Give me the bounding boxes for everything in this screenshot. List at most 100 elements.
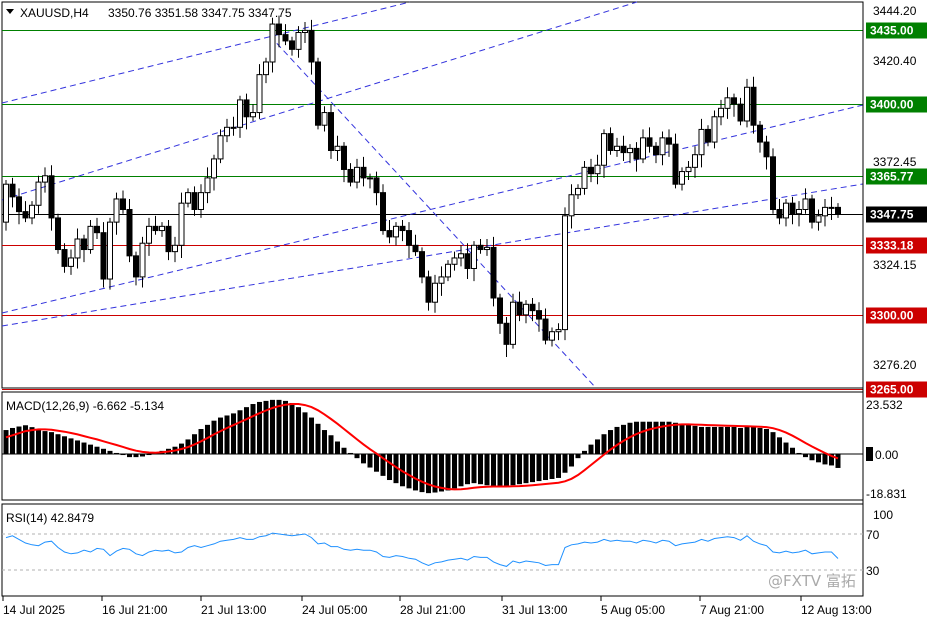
candle-body	[360, 166, 367, 179]
time-label: 24 Jul 05:00	[302, 603, 368, 617]
macd-bar	[211, 420, 217, 454]
trading-chart[interactable]: XAUUSD,H4 3350.76 3351.58 3347.75 3347.7…	[0, 0, 936, 624]
macd-bar	[543, 454, 548, 481]
candle-body	[380, 192, 386, 232]
macd-bar	[419, 454, 425, 493]
candle-body	[133, 255, 139, 278]
macd-bar	[302, 412, 308, 454]
candle-body	[22, 211, 29, 219]
candle-body	[354, 166, 360, 183]
time-label: 14 Jul 2025	[3, 603, 65, 617]
candle-body	[230, 126, 237, 129]
candle-body	[835, 206, 841, 215]
candle-body	[815, 215, 822, 223]
candle-body	[159, 225, 165, 232]
candle-body	[575, 187, 581, 196]
level-tag-text: 3265.00	[870, 383, 914, 397]
candle-body	[217, 135, 224, 160]
candle-body	[529, 303, 536, 312]
candle-body	[750, 86, 757, 126]
candle-body	[757, 124, 763, 143]
candle-body	[94, 225, 100, 234]
candle[interactable]	[770, 148, 776, 214]
candle-body	[594, 164, 601, 175]
macd-bar	[725, 426, 730, 454]
macd-bar	[309, 417, 314, 454]
macd-bar	[283, 400, 288, 454]
macd-bar	[595, 439, 600, 454]
macd-bar	[647, 421, 652, 454]
macd-bar	[465, 454, 470, 485]
candle-body	[178, 202, 185, 246]
candle-body	[386, 230, 393, 238]
macd-bar	[328, 435, 334, 454]
rsi-tick: 70	[866, 528, 880, 542]
price-tick: 3276.20	[873, 358, 917, 372]
level-tag-text: 3333.18	[870, 239, 914, 253]
macd-bar	[49, 432, 54, 454]
level-tag-text: 3365.77	[870, 170, 914, 184]
candle-body	[776, 208, 783, 219]
candle-body	[55, 217, 61, 251]
candle[interactable]	[55, 213, 61, 254]
macd-bar	[289, 402, 295, 454]
macd-bar	[296, 407, 301, 454]
candle-body	[802, 198, 809, 210]
candle-body	[809, 198, 815, 223]
candle[interactable]	[490, 236, 497, 307]
macd-bar	[790, 447, 795, 454]
candle-body	[783, 202, 789, 219]
candle[interactable]	[562, 207, 568, 341]
macd-bar	[536, 454, 542, 482]
candle-body	[289, 40, 295, 50]
macd-bar	[218, 417, 223, 454]
candle-body	[107, 221, 113, 280]
candle-body	[828, 206, 835, 209]
candle-body	[100, 232, 107, 280]
macd-bar	[744, 426, 750, 454]
candle-body	[471, 244, 477, 269]
macd-bar	[94, 446, 100, 454]
macd-bar	[582, 450, 587, 454]
macd-bar	[809, 454, 815, 461]
macd-bar	[738, 427, 743, 454]
macd-bar	[114, 452, 119, 454]
macd-bar	[3, 430, 9, 454]
candle-body	[705, 128, 711, 143]
macd-bar	[88, 444, 93, 454]
macd-bar	[133, 454, 139, 458]
macd-bar	[764, 429, 769, 454]
candle-body	[607, 133, 614, 151]
macd-bar	[491, 454, 496, 487]
candle[interactable]	[510, 293, 516, 349]
price-tick: 3372.45	[873, 155, 917, 169]
macd-tick: 0.00	[875, 448, 899, 462]
price-tick: 3444.20	[873, 4, 917, 18]
candle-body	[451, 257, 458, 265]
candle-body	[562, 215, 568, 331]
candle-body	[581, 166, 588, 189]
candle-body	[276, 23, 282, 36]
macd-bar	[692, 425, 698, 454]
candle-body	[685, 166, 692, 173]
candle[interactable]	[315, 57, 321, 130]
macd-bar	[426, 454, 431, 494]
macd-bar	[718, 426, 724, 454]
candle[interactable]	[107, 217, 113, 290]
macd-bar	[822, 454, 828, 465]
candle-body	[659, 137, 666, 156]
candle-body	[568, 194, 575, 217]
macd-bar	[354, 454, 360, 459]
macd-bar	[686, 424, 691, 454]
candle-body	[165, 225, 172, 253]
candle-body	[419, 251, 425, 278]
candle[interactable]	[328, 104, 334, 159]
macd-bar	[75, 440, 80, 454]
macd-bar	[569, 454, 574, 467]
candle-body	[497, 297, 503, 324]
macd-bar	[478, 454, 483, 485]
candle-body	[601, 133, 607, 166]
candle-body	[211, 158, 217, 179]
macd-bar	[23, 425, 28, 454]
macd-bar	[588, 444, 594, 454]
